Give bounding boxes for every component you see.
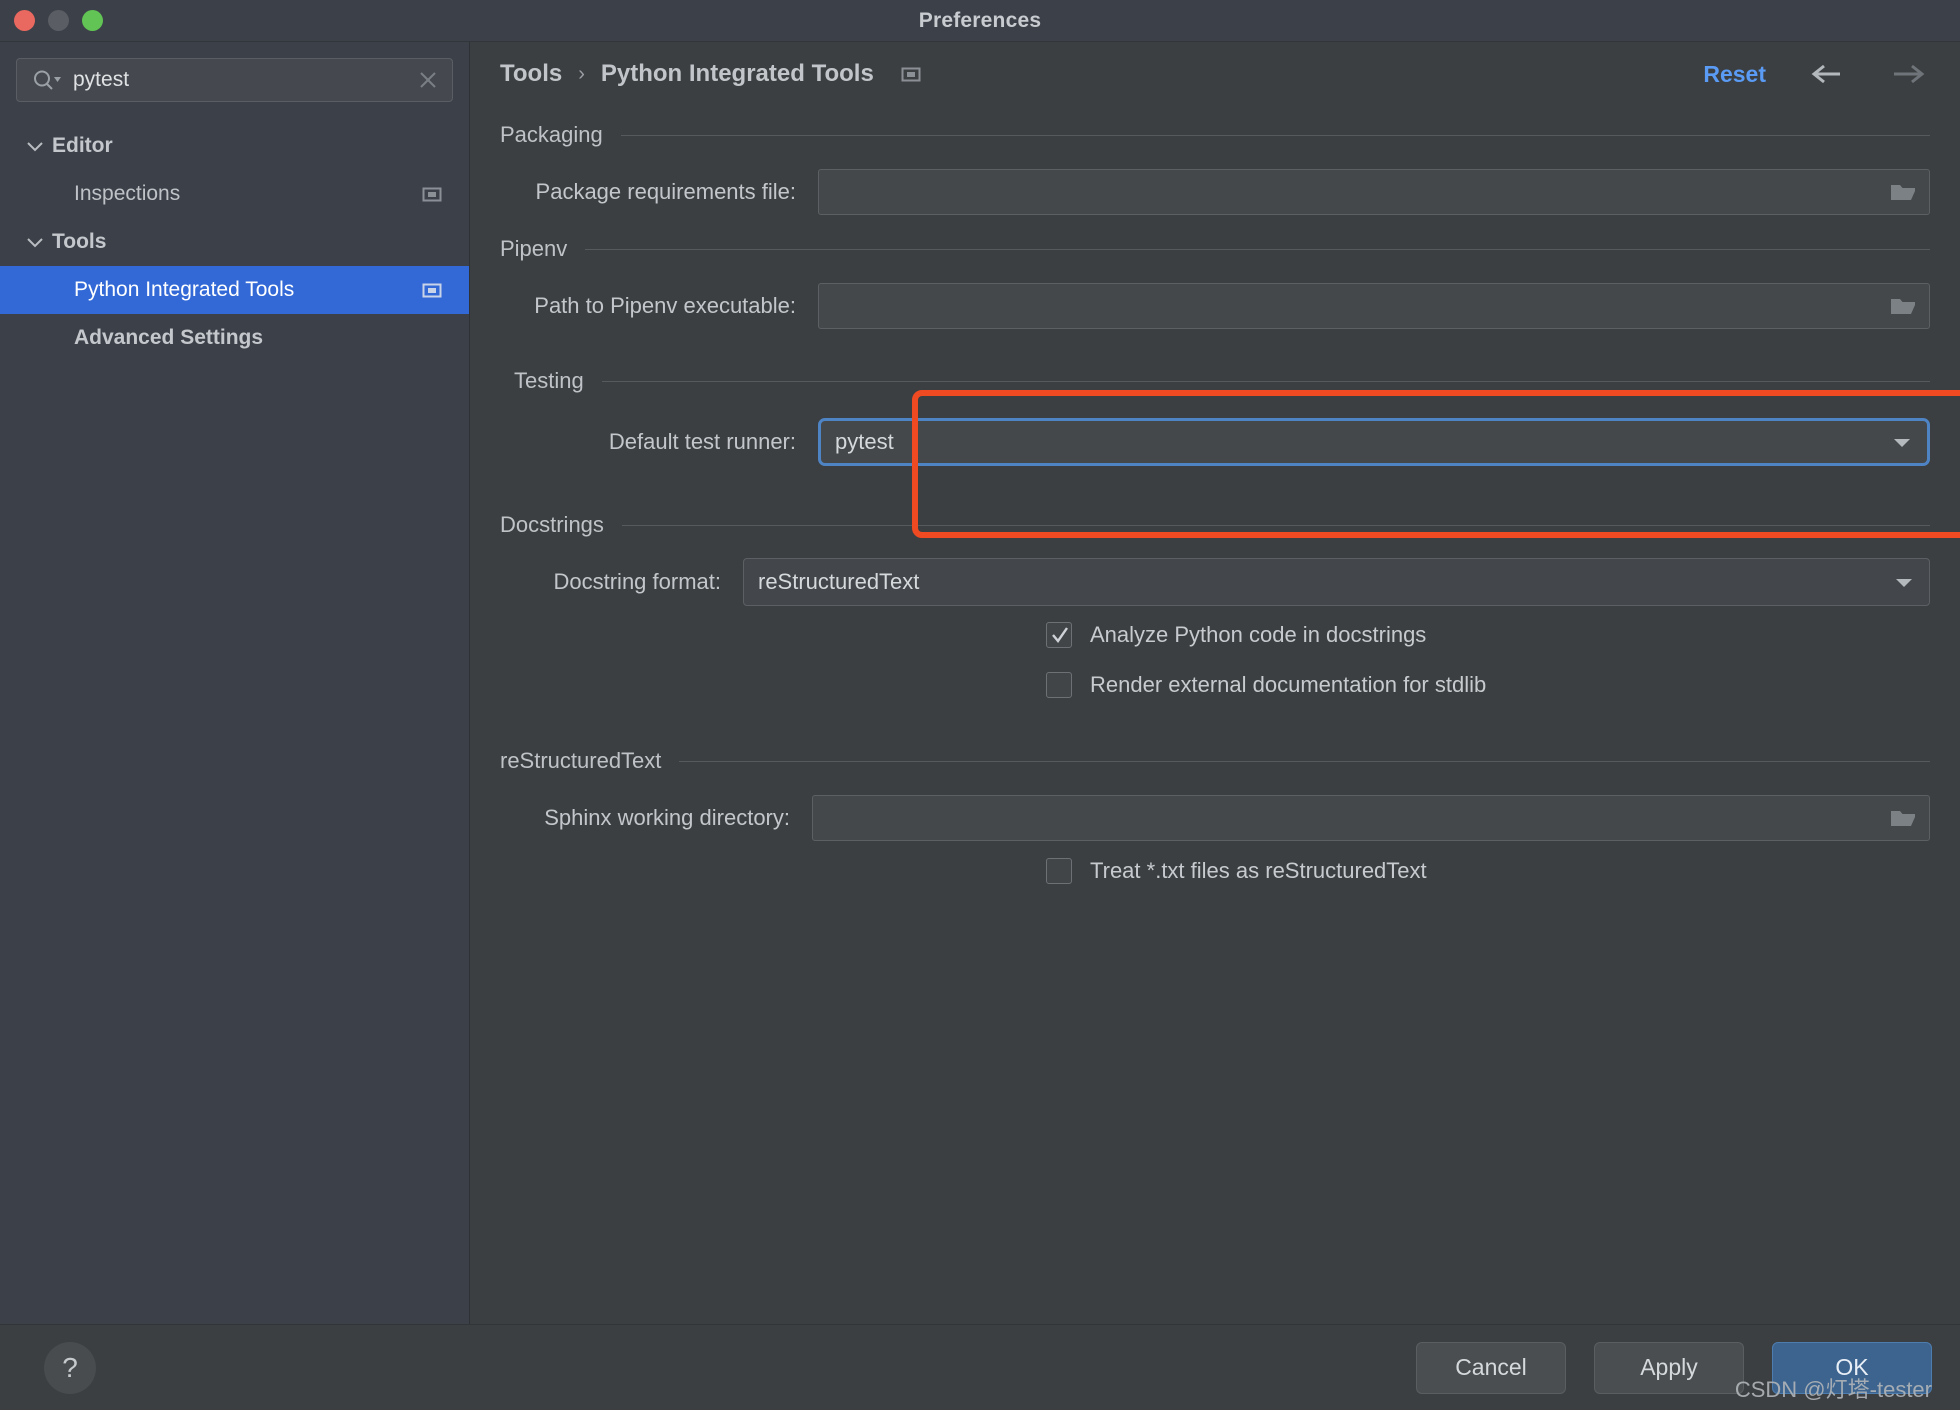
- apply-button[interactable]: Apply: [1594, 1341, 1744, 1394]
- pipenv-path-row: Path to Pipenv executable:: [500, 278, 1930, 334]
- folder-icon[interactable]: [1889, 181, 1917, 203]
- sidebar-item-label: Editor: [52, 134, 113, 157]
- search-value: pytest: [73, 68, 130, 91]
- page-title: Python Integrated Tools: [600, 60, 874, 87]
- render-external-docs-row[interactable]: Render external documentation for stdlib: [500, 660, 1930, 710]
- package-requirements-label: Package requirements file:: [535, 179, 796, 204]
- default-test-runner-label: Default test runner:: [608, 429, 796, 454]
- section-title: Packaging: [500, 122, 603, 147]
- search-input[interactable]: pytest: [16, 58, 453, 102]
- docstring-format-row: Docstring format: reStructuredText: [500, 554, 1930, 610]
- section-restructuredtext: reStructuredText Sphinx working director…: [500, 736, 1930, 896]
- settings-sidebar: pytest Editor Inspections Tools Python I…: [0, 42, 470, 1324]
- analyze-python-code-row[interactable]: Analyze Python code in docstrings: [500, 610, 1930, 660]
- docstring-format-label: Docstring format:: [553, 569, 722, 594]
- minimize-button[interactable]: [48, 10, 69, 31]
- render-external-docs-label: Render external documentation for stdlib: [1090, 672, 1487, 697]
- folder-icon[interactable]: [1889, 807, 1917, 829]
- sidebar-item-label: Python Integrated Tools: [74, 278, 295, 301]
- chevron-down-icon[interactable]: [22, 236, 48, 248]
- section-header: reStructuredText: [500, 736, 1930, 784]
- settings-content: Packaging Package requirements file: Pip…: [470, 106, 1960, 1324]
- help-button[interactable]: ?: [44, 1341, 96, 1394]
- settings-page-icon: [421, 183, 443, 205]
- section-title: Docstrings: [500, 512, 604, 537]
- section-divider: [620, 134, 1930, 136]
- chevron-down-icon[interactable]: [1893, 575, 1915, 589]
- section-title: Testing: [514, 368, 584, 393]
- docstring-format-value: reStructuredText: [758, 569, 920, 594]
- section-packaging: Packaging Package requirements file:: [500, 110, 1930, 220]
- arrow-right-icon[interactable]: [1890, 61, 1926, 87]
- settings-page-icon: [421, 279, 443, 301]
- sidebar-item-tools[interactable]: Tools: [0, 218, 469, 266]
- sidebar-item-editor[interactable]: Editor: [0, 122, 469, 170]
- arrow-left-icon[interactable]: [1810, 61, 1846, 87]
- sidebar-item-advanced-settings[interactable]: Advanced Settings: [0, 314, 469, 362]
- section-title: Pipenv: [500, 236, 568, 261]
- clear-icon[interactable]: [416, 68, 440, 92]
- chevron-down-icon[interactable]: [22, 140, 48, 152]
- section-testing: Testing Default test runner: pytest: [500, 356, 1930, 474]
- sphinx-working-directory-row: Sphinx working directory:: [500, 790, 1930, 846]
- default-test-runner-select[interactable]: pytest: [818, 418, 1930, 466]
- sidebar-item-label: Advanced Settings: [74, 326, 264, 349]
- treat-txt-files-label: Treat *.txt files as reStructuredText: [1090, 858, 1427, 883]
- default-test-runner-row: Default test runner: pytest: [500, 410, 1930, 474]
- ok-button[interactable]: OK: [1772, 1341, 1932, 1394]
- zoom-button[interactable]: [82, 10, 103, 31]
- section-docstrings: Docstrings Docstring format: reStructure…: [500, 500, 1930, 710]
- section-header: Packaging: [500, 110, 1930, 158]
- section-title: reStructuredText: [500, 748, 662, 773]
- sidebar-item-label: Inspections: [74, 182, 181, 205]
- sphinx-working-directory-label: Sphinx working directory:: [544, 805, 790, 830]
- reset-button[interactable]: Reset: [1703, 61, 1766, 88]
- package-requirements-input[interactable]: [818, 169, 1930, 215]
- pipenv-path-input[interactable]: [818, 283, 1930, 329]
- treat-txt-files-row[interactable]: Treat *.txt files as reStructuredText: [500, 846, 1930, 896]
- sidebar-item-python-integrated-tools[interactable]: Python Integrated Tools: [0, 266, 469, 314]
- breadcrumb: Tools › Python Integrated Tools Reset: [470, 42, 1960, 106]
- sidebar-item-inspections[interactable]: Inspections: [0, 170, 469, 218]
- cancel-button[interactable]: Cancel: [1416, 1341, 1566, 1394]
- section-header: Docstrings: [500, 500, 1930, 548]
- docstring-format-select[interactable]: reStructuredText: [743, 558, 1930, 606]
- section-divider: [679, 760, 1930, 762]
- section-divider: [621, 524, 1930, 526]
- settings-page-icon: [900, 63, 922, 85]
- chevron-down-icon[interactable]: [1891, 435, 1913, 449]
- section-pipenv: Pipenv Path to Pipenv executable:: [500, 224, 1930, 334]
- search-icon[interactable]: [31, 69, 61, 91]
- settings-main-panel: Tools › Python Integrated Tools Reset Pa…: [470, 42, 1960, 1324]
- preferences-window: Preferences pytest Editor Inspections To…: [0, 0, 1960, 1410]
- window-body: pytest Editor Inspections Tools Python I…: [0, 42, 1960, 1324]
- close-button[interactable]: [14, 10, 35, 31]
- section-divider: [601, 380, 1930, 382]
- analyze-python-code-checkbox[interactable]: [1046, 622, 1072, 648]
- pipenv-path-label: Path to Pipenv executable:: [534, 293, 796, 318]
- package-requirements-row: Package requirements file:: [500, 164, 1930, 220]
- sidebar-item-label: Tools: [52, 230, 107, 253]
- window-title: Preferences: [918, 8, 1042, 32]
- search-container: pytest: [0, 42, 469, 114]
- breadcrumb-item-tools[interactable]: Tools: [500, 60, 562, 88]
- section-header: Pipenv: [500, 224, 1930, 272]
- render-external-docs-checkbox[interactable]: [1046, 672, 1072, 698]
- folder-icon[interactable]: [1889, 295, 1917, 317]
- section-header: Testing: [500, 356, 1930, 404]
- analyze-python-code-label: Analyze Python code in docstrings: [1090, 622, 1427, 647]
- traffic-lights: [14, 10, 103, 31]
- treat-txt-files-checkbox[interactable]: [1046, 858, 1072, 884]
- dialog-footer: ? Cancel Apply OK CSDN @灯塔-tester: [0, 1324, 1960, 1410]
- title-bar: Preferences: [0, 0, 1960, 42]
- breadcrumb-separator: ›: [578, 62, 585, 85]
- section-divider: [585, 248, 1930, 250]
- settings-tree: Editor Inspections Tools Python Integrat…: [0, 114, 469, 1324]
- default-test-runner-value: pytest: [835, 429, 894, 454]
- sphinx-working-directory-input[interactable]: [812, 795, 1930, 841]
